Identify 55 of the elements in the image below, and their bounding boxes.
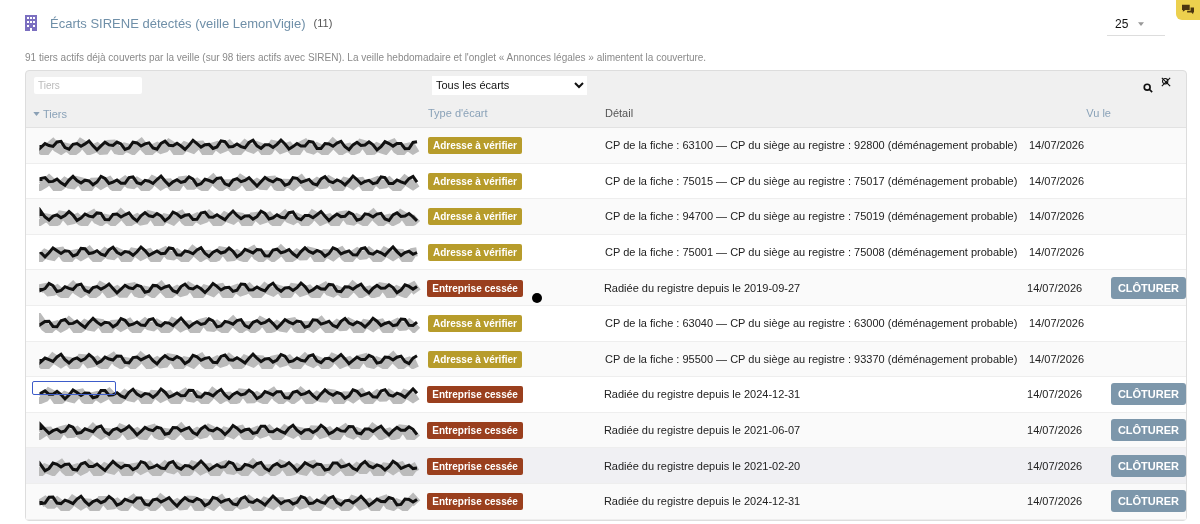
cursor-dot [532,293,542,303]
seen-date: 14/07/2026 [1027,459,1083,472]
type-badge: Adresse à vérifier [428,244,522,262]
type-badge: Entreprise cessée [427,279,523,297]
tiers-filter-field[interactable]: Tiers [34,76,142,94]
type-badge: Entreprise cessée [427,457,523,475]
column-header[interactable]: Détail [605,107,634,119]
close-button[interactable]: CLÔTURER [1110,454,1186,477]
detail-text: CP de la fiche : 63100 — CP du siège au registre : 92800 (déménagement probable) [605,139,1018,152]
detail-text: CP de la fiche : 63040 — CP du siège au registre : 63000 (déménagement probable) [605,317,1018,330]
speech-bubbles-icon [1181,4,1195,16]
type-badge: Adresse à vérifier [428,315,522,333]
chat-button[interactable] [1176,0,1200,20]
detail-text: Radiée du registre depuis le 2024-12-31 [603,388,801,401]
caret-icon [1138,21,1145,26]
close-button[interactable]: CLÔTURER [1110,276,1186,299]
count: (11) [313,17,333,29]
seen-date: 14/07/2026 [1027,388,1083,401]
detail-text: CP de la fiche : 95500 — CP du siège au registre : 93370 (déménagement probable) [605,352,1018,365]
detail-text: Radiée du registre depuis le 2021-02-20 [603,459,801,472]
detail-text: CP de la fiche : 75015 — CP du siège au registre : 75017 (déménagement probable) [605,174,1018,187]
column-header[interactable]: Tiers [33,108,68,120]
detail-text: CP de la fiche : 94700 — CP du siège au registre : 75019 (déménagement probable) [605,210,1018,223]
type-badge: Adresse à vérifier [428,208,522,226]
detail-text: Radiée du registre depuis le 2019-09-27 [603,281,801,294]
seen-date: 14/07/2026 [1027,424,1083,437]
building-icon [25,15,37,31]
detail-text: CP de la fiche : 75001 — CP du siège au registre : 75008 (déménagement probable) [605,246,1018,259]
close-button[interactable]: CLÔTURER [1110,419,1186,442]
section-title[interactable]: Écarts SIRENE détectés (veille LemonVigie) [50,15,306,31]
seen-date: 14/07/2026 [1029,139,1085,152]
type-badge: Adresse à vérifier [428,172,522,190]
column-header[interactable]: Type d'écart [428,107,488,119]
search-icon[interactable] [1143,82,1153,93]
type-filter-select[interactable]: Tous les écarts [432,75,587,95]
type-badge: Entreprise cessée [427,422,523,440]
seen-date: 14/07/2026 [1029,174,1085,187]
type-badge: Entreprise cessée [427,386,523,404]
type-badge: Adresse à vérifier [428,350,522,368]
page-size-select[interactable]: 25 [1107,12,1165,36]
seen-date: 14/07/2026 [1027,281,1083,294]
seen-date: 14/07/2026 [1029,210,1085,223]
column-header[interactable]: Vu le [1086,107,1111,119]
seen-date: 14/07/2026 [1029,317,1085,330]
type-badge: Adresse à vérifier [428,137,522,155]
close-button[interactable]: CLÔTURER [1110,383,1186,406]
detail-text: Radiée du registre depuis le 2024-12-31 [603,495,801,508]
seen-date: 14/07/2026 [1027,495,1083,508]
clear-search-icon[interactable] [1161,77,1171,87]
seen-date: 14/07/2026 [1029,352,1085,365]
seen-date: 14/07/2026 [1029,246,1085,259]
detail-text: Radiée du registre depuis le 2021-06-07 [603,424,801,437]
type-badge: Entreprise cessée [427,493,523,511]
close-button[interactable]: CLÔTURER [1110,490,1186,513]
coverage-note: 91 tiers actifs déjà couverts par la veille (sur 98 tiers actifs avec SIREN). La veille hebdomadaire et l'onglet « Annonces légales » alimentent la couverture. [25,52,708,63]
